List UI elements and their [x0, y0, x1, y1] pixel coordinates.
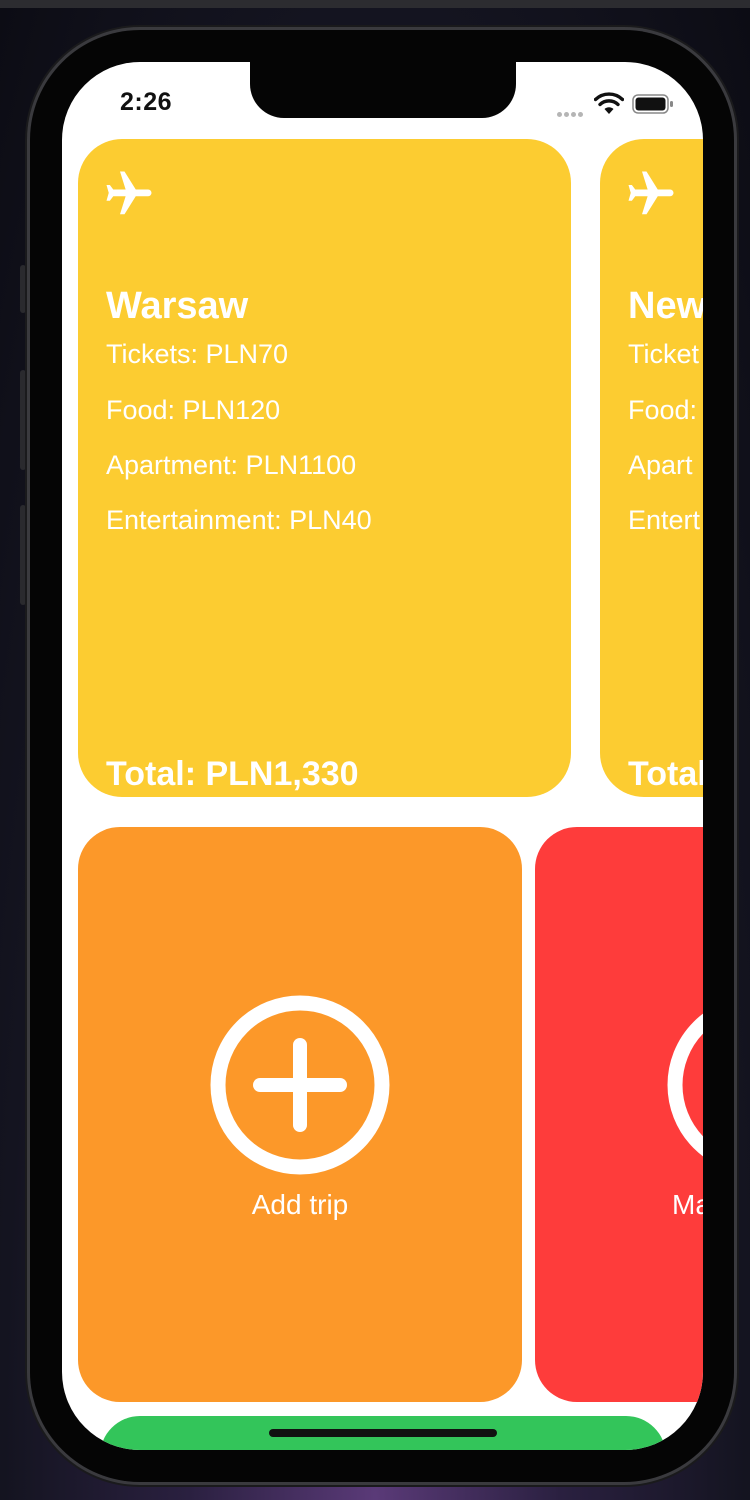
trip-tickets: Ticket: [628, 339, 700, 369]
status-time: 2:26: [120, 88, 173, 116]
add-trip-button[interactable]: Add trip: [78, 827, 522, 1402]
circle-icon: [667, 1013, 703, 1157]
add-trip-label: Add trip: [251, 1189, 349, 1220]
airplane-icon: [106, 171, 152, 215]
trip-total: Total: [628, 755, 703, 793]
trip-food: Food:: [628, 395, 698, 425]
mute-switch: [20, 265, 26, 313]
secondary-action-tile[interactable]: Ma: [535, 827, 703, 1402]
volume-up-button: [20, 370, 26, 470]
battery-icon: [632, 94, 673, 114]
phone-screen: 2:26 Warsaw Tickets: PLN70 Food: PLN120 …: [62, 62, 703, 1450]
trip-tickets: Tickets: PLN70: [106, 339, 289, 369]
trip-card[interactable]: Warsaw Tickets: PLN70 Food: PLN120 Apart…: [78, 139, 571, 797]
secondary-action-label: Ma: [672, 1189, 703, 1220]
window-top-strip: [0, 0, 750, 8]
trip-city: Warsaw: [106, 285, 249, 327]
volume-down-button: [20, 505, 26, 605]
trip-entertainment: Entert: [628, 505, 701, 535]
trip-city: New: [628, 285, 703, 327]
plus-circle-icon: [210, 995, 390, 1175]
home-indicator[interactable]: [269, 1429, 497, 1437]
trip-entertainment: Entertainment: PLN40: [106, 505, 372, 535]
notch: [250, 62, 516, 118]
trip-food: Food: PLN120: [106, 395, 281, 425]
trip-card[interactable]: New Ticket Food: Apart Entert Total: [600, 139, 703, 797]
wifi-icon: [594, 92, 624, 114]
airplane-icon: [628, 171, 674, 215]
trip-apartment: Apartment: PLN1100: [106, 450, 357, 480]
trip-total: Total: PLN1,330: [106, 755, 359, 793]
trip-apartment: Apart: [628, 450, 693, 480]
cellular-signal-icon: [557, 104, 585, 122]
